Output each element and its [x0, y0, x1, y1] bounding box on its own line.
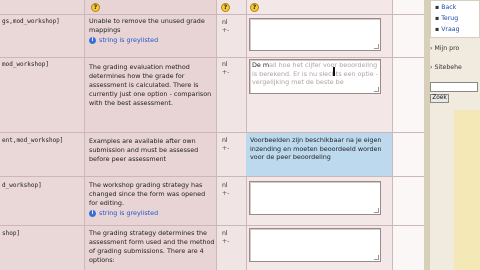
row-divider [0, 176, 424, 177]
sidebar-link-terug[interactable]: ▪ Terug [435, 15, 458, 22]
column-divider [216, 0, 217, 270]
sidebar-sitebeheer[interactable]: › Sitebehe [430, 64, 462, 71]
row-divider [0, 225, 424, 226]
sidebar-link-label[interactable]: Back [441, 4, 456, 11]
sidebar-accent-panel [454, 110, 480, 270]
chevron-right-icon: › [430, 64, 433, 71]
translation-text[interactable] [250, 19, 380, 21]
translation-text[interactable] [250, 229, 380, 231]
language-code: nl [222, 137, 228, 144]
column-divider [392, 0, 393, 270]
greylisted-note: i string is greylisted [89, 36, 215, 45]
language-arrow: +- [222, 190, 230, 197]
translation-cell-translated[interactable]: Voorbeelden zijn beschikbaar na je eigen… [246, 133, 392, 176]
help-icon[interactable]: ? [221, 3, 230, 12]
info-icon: i [89, 37, 96, 44]
translation-typed: De m [252, 61, 270, 69]
sidebar-link-label[interactable]: Terug [441, 15, 458, 22]
resize-grip-icon[interactable] [374, 208, 379, 213]
sidebar-link-back[interactable]: ▪ Back [435, 4, 456, 11]
original-string: The grading strategy determines the asse… [89, 229, 215, 264]
column-spacer [392, 0, 424, 270]
language-marker: nl +- [222, 230, 229, 246]
language-arrow: +- [222, 27, 230, 34]
original-text: The workshop grading strategy has change… [89, 181, 206, 207]
translation-text[interactable] [250, 182, 380, 184]
sidebar-heading-label[interactable]: Mijn pro [434, 45, 459, 52]
sidebar-mijn-profiel[interactable]: › Mijn pro [430, 45, 459, 52]
translation-suggestion: all hoe het cijfer voor beoordeling is b… [252, 61, 379, 86]
resize-grip-icon[interactable] [374, 44, 379, 49]
translation-textarea[interactable] [249, 181, 381, 215]
string-identifier: gs,mod_workshop] [2, 18, 60, 25]
language-code: nl [222, 230, 228, 237]
language-arrow: +- [222, 238, 230, 245]
sidebar-heading-label[interactable]: Sitebehe [434, 64, 461, 71]
help-icon[interactable]: ? [250, 3, 259, 12]
chevron-right-icon: › [430, 45, 433, 52]
original-string: The workshop grading strategy has change… [89, 181, 215, 218]
column-language [216, 0, 246, 270]
language-marker: nl +- [222, 182, 229, 198]
language-marker: nl +- [222, 137, 229, 153]
greylisted-label: string is greylisted [99, 209, 159, 217]
resize-grip-icon[interactable] [374, 87, 379, 92]
sidebar-link-vraag[interactable]: ▪ Vraag [435, 26, 460, 33]
original-string: Unable to remove the unused grade mappin… [89, 17, 215, 45]
translation-text[interactable]: Voorbeelden zijn beschikbaar na je eigen… [246, 133, 392, 165]
help-icon[interactable]: ? [91, 3, 100, 12]
language-arrow: +- [222, 69, 230, 76]
translation-textarea[interactable]: De mall hoe het cijfer voor beoordeling … [249, 59, 381, 94]
translation-textarea[interactable] [249, 18, 381, 51]
translation-text[interactable]: De mall hoe het cijfer voor beoordeling … [250, 60, 380, 88]
language-marker: nl +- [222, 19, 229, 35]
greylisted-note: i string is greylisted [89, 209, 215, 218]
original-string: Examples are available after own submiss… [89, 137, 199, 163]
string-identifier: mod_workshop] [2, 61, 49, 68]
language-code: nl [222, 61, 228, 68]
language-marker: nl +- [222, 61, 229, 77]
original-text: Unable to remove the unused grade mappin… [89, 17, 205, 34]
translation-editor: ? ? ? gs,mod_workshop] Unable to remove … [0, 0, 480, 270]
search-button[interactable]: Zoek [430, 94, 449, 103]
string-identifier: shop] [2, 230, 21, 237]
bullet-icon: ▪ [435, 15, 440, 22]
row-divider [0, 57, 424, 58]
sidebar-search-input[interactable] [430, 82, 478, 92]
string-identifier: ent,mod_workshop] [2, 137, 64, 144]
sidebar-rail [424, 0, 430, 270]
language-code: nl [222, 182, 228, 189]
resize-grip-icon[interactable] [374, 255, 379, 260]
row-divider [0, 14, 424, 15]
string-identifier: d_workshop] [2, 182, 42, 189]
translation-textarea[interactable] [249, 228, 381, 262]
text-cursor-icon [333, 67, 335, 76]
info-icon: i [89, 210, 96, 217]
bullet-icon: ▪ [435, 4, 440, 11]
bullet-icon: ▪ [435, 26, 440, 33]
language-arrow: +- [222, 145, 230, 152]
sidebar-link-label[interactable]: Vraag [441, 26, 459, 33]
original-string: The grading evaluation method determines… [89, 63, 212, 107]
greylisted-label: string is greylisted [99, 36, 159, 44]
column-divider [84, 0, 85, 270]
language-code: nl [222, 19, 228, 26]
